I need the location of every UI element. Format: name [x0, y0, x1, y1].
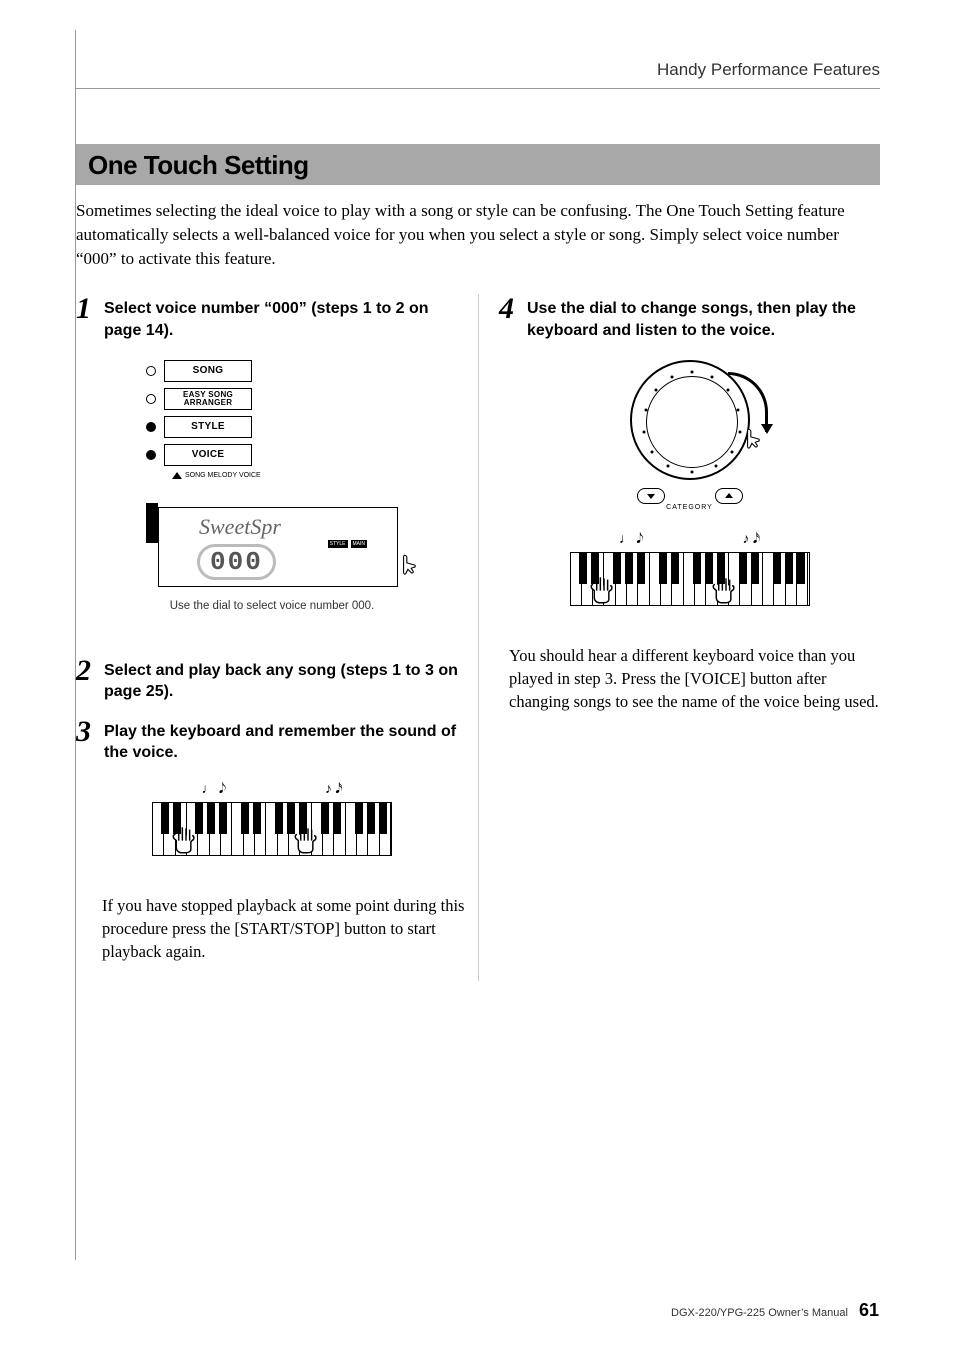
pointing-hand-icon — [740, 426, 766, 458]
category-up-button — [715, 488, 743, 504]
sublabel-text: SONG MELODY VOICE — [185, 472, 261, 479]
step-number: 3 — [76, 717, 96, 764]
step-number: 2 — [76, 656, 96, 703]
lcd-voice-number: 000 — [210, 547, 263, 577]
step-text: Select and play back any song (steps 1 t… — [104, 656, 468, 703]
left-hand-icon — [589, 576, 619, 615]
step-4: 4 Use the dial to change songs, then pla… — [499, 294, 880, 341]
lcd-display: SweetSpr STYLE MAIN 000 — [146, 507, 398, 587]
led-on-icon — [146, 422, 156, 432]
figure-caption: Use the dial to select voice number 000. — [76, 600, 468, 612]
triangle-icon — [172, 472, 182, 479]
piano-keyboard-icon — [570, 552, 810, 606]
intro-paragraph: Sometimes selecting the ideal voice to p… — [76, 199, 880, 270]
lcd-highlight-circle: 000 — [197, 544, 276, 580]
left-column: 1 Select voice number “000” (steps 1 to … — [76, 294, 478, 981]
music-note-icon: ♩ 𝅘𝅥𝅮 — [201, 782, 226, 798]
led-off-icon — [146, 366, 156, 376]
style-button: STYLE — [164, 416, 252, 438]
right-hand-icon — [711, 576, 741, 615]
led-off-icon — [146, 394, 156, 404]
keyboard-figure: ♩ 𝅘𝅥𝅮 ♪ 𝅘𝅥𝅯 — [76, 782, 468, 860]
voice-button: VOICE — [164, 444, 252, 466]
music-note-icon: ♪ 𝅘𝅥𝅯 — [742, 532, 760, 548]
easy-song-arranger-button: EASY SONG ARRANGER — [164, 388, 252, 410]
category-down-button — [637, 488, 665, 504]
led-on-icon — [146, 450, 156, 460]
data-dial-icon — [630, 360, 750, 480]
step-number: 4 — [499, 294, 519, 341]
music-note-icon: ♩ 𝅘𝅥𝅮 — [619, 532, 644, 548]
step-text: Use the dial to change songs, then play … — [527, 294, 880, 341]
song-button: SONG — [164, 360, 252, 382]
pointing-hand-icon — [396, 552, 422, 584]
step-text: Play the keyboard and remember the sound… — [104, 717, 468, 764]
step-number: 1 — [76, 294, 96, 341]
dial-and-keyboard-figure: CATEGORY ♩ 𝅘𝅥𝅮 ♪ 𝅘𝅥𝅯 — [499, 360, 880, 610]
down-star-icon — [646, 492, 656, 500]
step-4-body: You should hear a different keyboard voi… — [509, 644, 880, 713]
category-label: CATEGORY — [630, 504, 750, 511]
up-star-icon — [724, 492, 734, 500]
section-title: One Touch Setting — [76, 144, 880, 185]
panel-buttons-figure: SONG EASY SONG ARRANGER STYLE VOICE — [76, 360, 468, 612]
step-2: 2 Select and play back any song (steps 1… — [76, 656, 468, 703]
page-number: 61 — [859, 1300, 879, 1320]
step-3: 3 Play the keyboard and remember the sou… — [76, 717, 468, 764]
header-rule — [76, 88, 880, 89]
lcd-voice-name: SweetSpr — [199, 514, 281, 540]
right-column: 4 Use the dial to change songs, then pla… — [478, 294, 880, 981]
step-3-body: If you have stopped playback at some poi… — [102, 894, 468, 963]
step-1: 1 Select voice number “000” (steps 1 to … — [76, 294, 468, 341]
page-header: Handy Performance Features — [76, 30, 880, 80]
page-footer: DGX-220/YPG-225 Owner’s Manual 61 — [671, 1300, 879, 1321]
right-hand-icon — [293, 826, 323, 865]
song-melody-voice-label: SONG MELODY VOICE — [172, 472, 398, 479]
manual-name: DGX-220/YPG-225 Owner’s Manual — [671, 1307, 848, 1319]
badge-icon: STYLE — [328, 540, 348, 548]
music-note-icon: ♪ 𝅘𝅥𝅯 — [325, 782, 343, 798]
two-column-layout: 1 Select voice number “000” (steps 1 to … — [76, 294, 880, 981]
left-hand-icon — [171, 826, 201, 865]
rotation-arrow-icon — [728, 372, 768, 432]
step-text: Select voice number “000” (steps 1 to 2 … — [104, 294, 468, 341]
badge-icon: MAIN — [351, 540, 368, 548]
piano-keyboard-icon — [152, 802, 392, 856]
